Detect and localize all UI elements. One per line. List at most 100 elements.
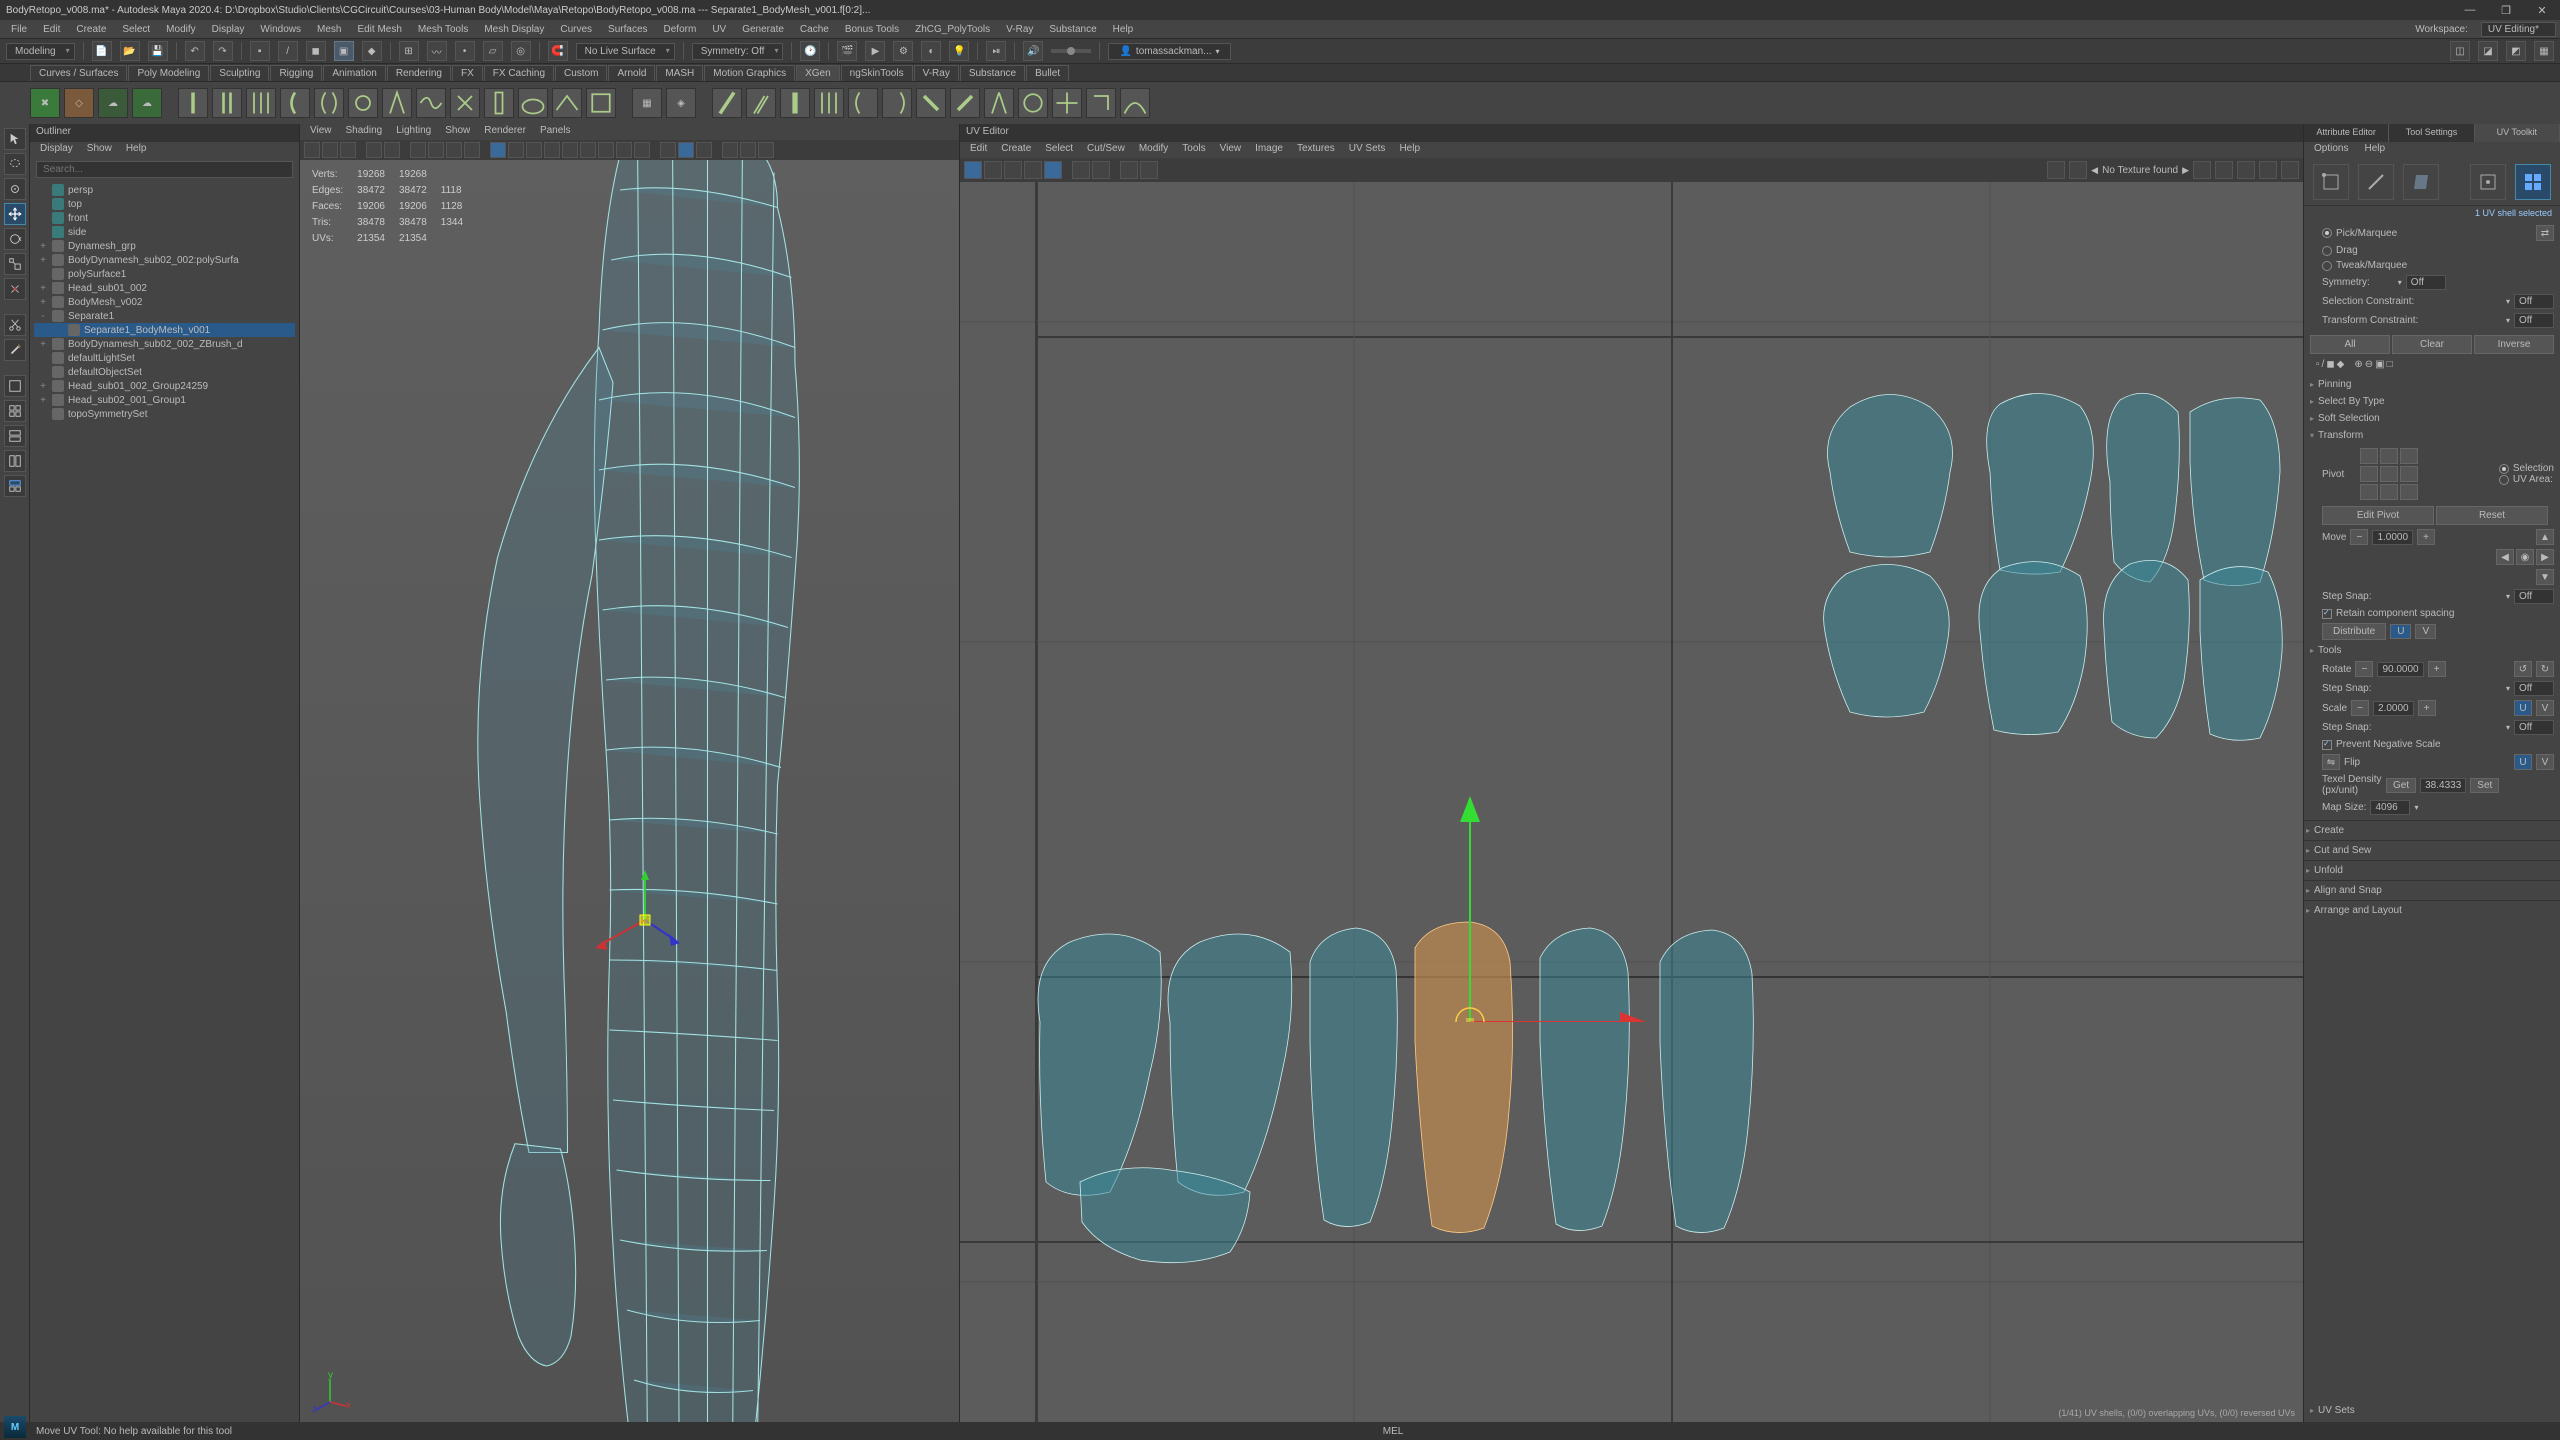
outliner-node[interactable]: +BodyMesh_v002 (34, 295, 295, 309)
toolkit-menu-options[interactable]: Options (2308, 142, 2354, 158)
vp-image-plane-icon[interactable] (340, 142, 356, 158)
outliner-node[interactable]: side (34, 225, 295, 239)
retain-spacing-checkbox[interactable] (2322, 609, 2332, 619)
outliner-node[interactable]: topoSymmetrySet (34, 407, 295, 421)
viewport-menu-view[interactable]: View (304, 124, 338, 140)
move-center-icon[interactable]: ◉ (2516, 549, 2534, 565)
menu-generate[interactable]: Generate (735, 22, 791, 37)
stepsnap1-value[interactable]: Off (2514, 589, 2554, 604)
xgen-noise-icon[interactable] (416, 88, 446, 118)
volume-slider[interactable] (1051, 49, 1091, 53)
viewport-menu-renderer[interactable]: Renderer (478, 124, 532, 140)
uv-menu-select[interactable]: Select (1039, 142, 1079, 158)
two-view-h-icon[interactable] (4, 425, 26, 447)
uv-menu-modify[interactable]: Modify (1133, 142, 1174, 158)
menu-file[interactable]: File (4, 22, 34, 37)
move-manipulator-icon[interactable] (595, 870, 695, 970)
menu-select[interactable]: Select (115, 22, 157, 37)
scale-u-button[interactable]: U (2514, 700, 2532, 716)
xgen-select-icon[interactable] (586, 88, 616, 118)
convert-vertex-icon[interactable]: ▫ (2316, 359, 2320, 370)
vp-exposure-icon[interactable] (722, 142, 738, 158)
outliner-node[interactable]: +BodyDynamesh_sub02_002:polySurfa (34, 253, 295, 267)
symmetry-value[interactable]: Off (2406, 275, 2446, 290)
shelf-tab[interactable]: XGen (796, 65, 840, 81)
distribute-u-button[interactable]: U (2390, 624, 2411, 639)
shrink-sel-icon[interactable]: ⊖ (2365, 359, 2373, 370)
sel-mode-uv-icon[interactable] (2470, 164, 2506, 200)
last-tool-icon[interactable] (4, 278, 26, 300)
uv-menu-uvsets[interactable]: UV Sets (1343, 142, 1392, 158)
outliner-node[interactable]: -Separate1 (34, 309, 295, 323)
menu-create[interactable]: Create (69, 22, 113, 37)
toggle-modeling-icon[interactable]: ▦ (2534, 41, 2554, 61)
vp-ao-icon[interactable] (598, 142, 614, 158)
xgen-import-icon[interactable]: ☁ (98, 88, 128, 118)
shelf-tab[interactable]: Rendering (387, 65, 451, 81)
snap-curve-icon[interactable]: 〰 (427, 41, 447, 61)
shelf-tab[interactable]: Rigging (270, 65, 322, 81)
shelf-tab[interactable]: ngSkinTools (841, 65, 913, 81)
menu-substance[interactable]: Substance (1042, 22, 1103, 37)
uv-dim-icon[interactable] (2069, 161, 2087, 179)
grow-sel-icon[interactable]: ⊕ (2354, 359, 2362, 370)
viewport-menu-shading[interactable]: Shading (340, 124, 389, 140)
toggle-attreditor-icon[interactable]: ◩ (2506, 41, 2526, 61)
outliner-node[interactable]: +BodyDynamesh_sub02_002_ZBrush_d (34, 337, 295, 351)
snap-live-icon[interactable]: ◎ (511, 41, 531, 61)
viewport-menu-lighting[interactable]: Lighting (390, 124, 437, 140)
move-left-icon[interactable]: ◀ (2496, 549, 2514, 565)
vp-resolution-gate-icon[interactable] (446, 142, 462, 158)
scale-v-button[interactable]: V (2536, 700, 2554, 716)
move-plus-icon[interactable]: + (2417, 529, 2435, 545)
xgen-part-icon[interactable] (552, 88, 582, 118)
xgen-cut-icon[interactable] (450, 88, 480, 118)
rotate-minus-icon[interactable]: − (2355, 661, 2373, 677)
texel-get-button[interactable]: Get (2386, 778, 2416, 793)
reset-pivot-button[interactable]: Reset (2436, 506, 2548, 525)
xgen-brush3-icon[interactable] (780, 88, 810, 118)
uv-grid-icon[interactable] (1072, 161, 1090, 179)
section-softsel[interactable]: Soft Selection (2310, 410, 2554, 427)
uv-edge-icon[interactable] (984, 161, 1002, 179)
rotate-ccw-icon[interactable]: ↺ (2514, 661, 2532, 677)
sel-vertex-icon[interactable]: ▪ (250, 41, 270, 61)
ipr-icon[interactable]: ▶ (865, 41, 885, 61)
menu-editmesh[interactable]: Edit Mesh (350, 22, 408, 37)
toolkit-menu-help[interactable]: Help (2358, 142, 2391, 158)
selmode-pick-radio[interactable] (2322, 228, 2332, 238)
uv-face-icon[interactable] (1004, 161, 1022, 179)
construction-history-icon[interactable]: 🕑 (800, 41, 820, 61)
uv-menu-view[interactable]: View (1214, 142, 1248, 158)
xgen-guide5-icon[interactable] (314, 88, 344, 118)
uv-shaded-icon[interactable] (1120, 161, 1138, 179)
select-clear-button[interactable]: Clear (2392, 335, 2472, 354)
open-scene-icon[interactable]: 📂 (120, 41, 140, 61)
move-tool-icon[interactable] (4, 203, 26, 225)
pivot-t-icon[interactable] (2380, 448, 2398, 464)
render-frame-icon[interactable]: 🎬 (837, 41, 857, 61)
selmode-drag-radio[interactable] (2322, 246, 2332, 256)
new-scene-icon[interactable]: 📄 (92, 41, 112, 61)
shelf-tab[interactable]: Substance (960, 65, 1025, 81)
shelf-tab[interactable]: V-Ray (914, 65, 959, 81)
xgen-brush10-icon[interactable] (1018, 88, 1048, 118)
xgen-brush6-icon[interactable] (882, 88, 912, 118)
pivot-l-icon[interactable] (2360, 466, 2378, 482)
outliner-menu-show[interactable]: Show (81, 142, 118, 158)
xgen-guide2-icon[interactable] (212, 88, 242, 118)
xgen-guide3-icon[interactable] (246, 88, 276, 118)
uv-menu-edit[interactable]: Edit (964, 142, 993, 158)
sel-mode-vertex-icon[interactable] (2313, 164, 2349, 200)
vp-lights-icon[interactable] (562, 142, 578, 158)
rotate-cw-icon[interactable]: ↻ (2536, 661, 2554, 677)
distribute-button[interactable]: Distribute (2322, 623, 2386, 640)
menu-bonustools[interactable]: Bonus Tools (838, 22, 906, 37)
outliner-node[interactable]: defaultObjectSet (34, 365, 295, 379)
snap-plane-icon[interactable]: ▱ (483, 41, 503, 61)
select-inverse-button[interactable]: Inverse (2474, 335, 2554, 354)
uv-baked-icon[interactable] (2281, 161, 2299, 179)
uv-vertex-icon[interactable] (964, 161, 982, 179)
menu-meshtools[interactable]: Mesh Tools (411, 22, 475, 37)
xgen-brush13-icon[interactable] (1120, 88, 1150, 118)
